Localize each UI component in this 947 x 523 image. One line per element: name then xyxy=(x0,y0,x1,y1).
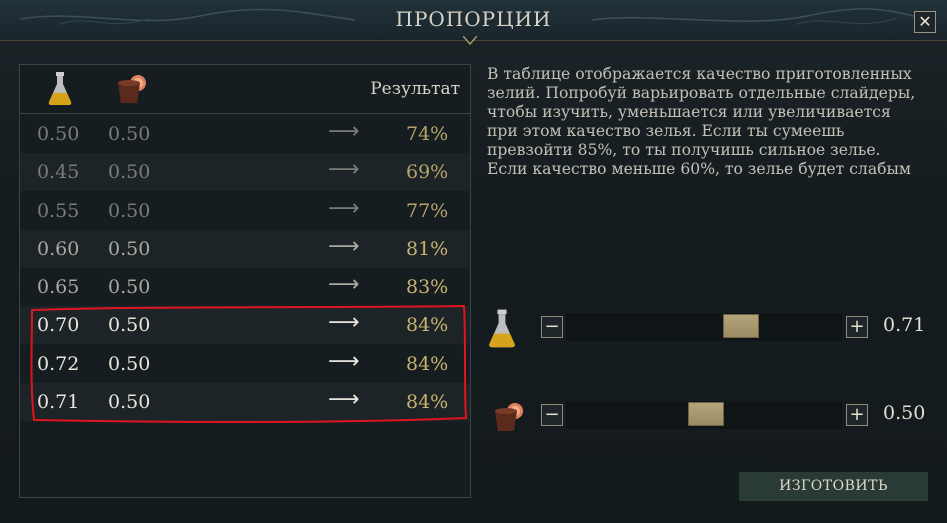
flask-ratio-cell: 0.55 xyxy=(37,200,80,222)
window-title: ПРОПОРЦИИ xyxy=(395,7,552,31)
result-cell: 69% xyxy=(406,161,449,183)
slider-row-pot: − + 0.50 xyxy=(486,395,936,445)
pot-ratio-cell: 0.50 xyxy=(108,123,151,145)
arrow-icon: ⟶ xyxy=(328,234,360,259)
slider-value: 0.71 xyxy=(883,314,926,336)
ingredient-pot-icon xyxy=(118,75,146,103)
increase-button[interactable]: + xyxy=(846,404,868,426)
pot-ratio-cell: 0.50 xyxy=(108,161,151,183)
arrow-icon: ⟶ xyxy=(328,119,360,144)
slider-thumb[interactable] xyxy=(723,314,759,338)
proportions-window: ПРОПОРЦИИ ✕ Результат 0.50 0.50 ⟶ 74% 0.45 0.… xyxy=(0,0,947,523)
result-cell: 74% xyxy=(406,123,449,145)
pot-ratio-cell: 0.50 xyxy=(108,200,151,222)
arrow-icon: ⟶ xyxy=(328,196,360,221)
table-row: 0.45 0.50 ⟶ 69% xyxy=(20,153,470,191)
table-row: 0.55 0.50 ⟶ 77% xyxy=(20,192,470,230)
pot-ratio-cell: 0.50 xyxy=(108,238,151,260)
table-header: Результат xyxy=(20,65,470,114)
title-notch-icon xyxy=(463,36,477,46)
increase-button[interactable]: + xyxy=(846,316,868,338)
results-table: Результат 0.50 0.50 ⟶ 74% 0.45 0.50 ⟶ 69% 0.55 0.… xyxy=(19,64,471,498)
arrow-icon: ⟶ xyxy=(328,157,360,182)
arrow-icon: ⟶ xyxy=(328,272,360,297)
description-text: В таблице отображается качество приготов… xyxy=(487,65,916,178)
flask-ratio-cell: 0.65 xyxy=(37,276,80,298)
close-button[interactable]: ✕ xyxy=(914,11,936,33)
slider-value: 0.50 xyxy=(883,402,926,424)
slider-track[interactable] xyxy=(566,313,842,341)
slider-thumb[interactable] xyxy=(688,402,724,426)
table-row: 0.60 0.50 ⟶ 81% xyxy=(20,230,470,268)
result-cell: 81% xyxy=(406,238,449,260)
table-row: 0.50 0.50 ⟶ 74% xyxy=(20,115,470,153)
potion-flask-icon xyxy=(489,309,515,348)
pot-ratio-cell: 0.50 xyxy=(108,276,151,298)
decrease-button[interactable]: − xyxy=(541,316,563,338)
result-cell: 77% xyxy=(406,200,449,222)
flask-ratio-cell: 0.50 xyxy=(37,123,80,145)
slider-row-flask: − + 0.71 xyxy=(486,307,936,357)
result-column-header: Результат xyxy=(370,79,460,99)
decrease-button[interactable]: − xyxy=(541,404,563,426)
slider-track[interactable] xyxy=(566,401,842,429)
red-highlight-outline xyxy=(30,304,468,423)
ingredient-pot-icon xyxy=(495,403,523,431)
table-row: 0.65 0.50 ⟶ 83% xyxy=(20,268,470,306)
flask-ratio-cell: 0.60 xyxy=(37,238,80,260)
craft-button[interactable]: ИЗГОТОВИТЬ xyxy=(739,472,928,501)
potion-flask-icon xyxy=(48,72,72,105)
title-bar: ПРОПОРЦИИ ✕ xyxy=(0,0,947,41)
result-cell: 83% xyxy=(406,276,449,298)
flask-ratio-cell: 0.45 xyxy=(37,161,80,183)
